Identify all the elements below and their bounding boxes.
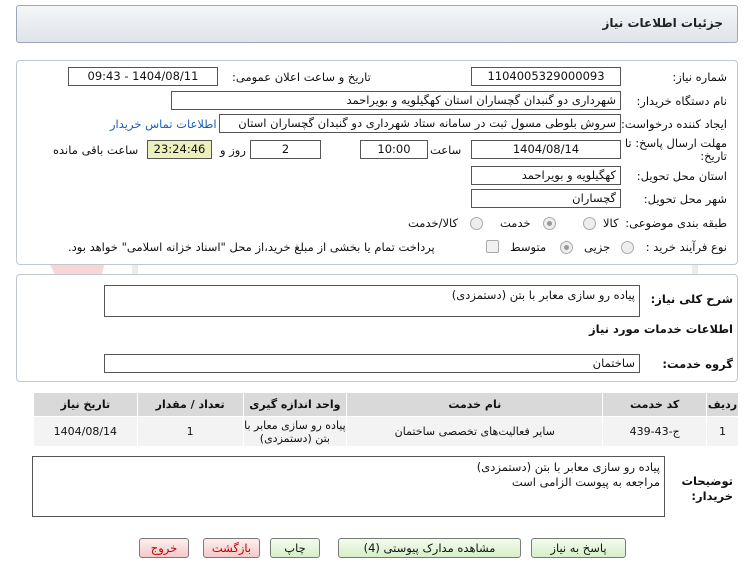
- category-option-goods-service: کالا/خدمت: [408, 216, 459, 230]
- service-group-label: گروه خدمت:: [662, 357, 733, 371]
- deadline-time-field: 10:00: [360, 140, 428, 159]
- reply-button[interactable]: پاسخ به نیاز: [531, 538, 626, 558]
- cell-quantity: 1: [136, 416, 244, 447]
- city-label: شهر محل تحویل:: [643, 192, 727, 206]
- remaining-days-field: 2: [250, 140, 321, 159]
- deadline-time-label: ساعت: [430, 143, 462, 157]
- services-heading: اطلاعات خدمات مورد نیاز: [589, 322, 733, 336]
- city-field: گچساران: [471, 189, 621, 208]
- category-option-goods: کالا: [603, 216, 619, 230]
- buyer-org-field: شهرداری دو گنبدان گچساران استان کهگیلویه…: [171, 91, 621, 110]
- page-title: جزئیات اطلاعات نیاز: [602, 16, 723, 30]
- col-quantity: تعداد / مقدار: [136, 392, 244, 417]
- category-radio-goods[interactable]: [583, 217, 596, 230]
- category-label: طبقه بندی موضوعی:: [625, 216, 727, 230]
- treasury-payment-note: پرداخت تمام یا بخشی از مبلغ خرید،از محل …: [68, 240, 435, 254]
- treasury-payment-checkbox[interactable]: [486, 240, 499, 253]
- service-group-field: ساختمان: [104, 354, 640, 373]
- deadline-date-field: 1404/08/14: [471, 140, 621, 159]
- buyer-notes-label: توضیحات خریدار:: [681, 474, 734, 503]
- buyer-notes-field: پیاده رو سازی معابر با بتن (دستمزدی) مرا…: [32, 456, 665, 517]
- purchase-radio-minor[interactable]: [621, 241, 634, 254]
- view-attachments-button[interactable]: مشاهده مدارک پیوستی (4): [338, 538, 521, 558]
- requester-field: سروش بلوطی مسول ثبت در سامانه ستاد شهردا…: [219, 114, 621, 133]
- need-number-field: 1104005329000093: [471, 67, 621, 86]
- announce-datetime-field: 1404/08/11 - 09:43: [68, 67, 218, 86]
- remaining-time-field: 23:24:46: [147, 140, 212, 159]
- category-radio-service[interactable]: [543, 217, 556, 230]
- buyer-notes-line-1: پیاده رو سازی معابر با بتن (دستمزدی): [476, 460, 660, 474]
- services-table: ردیف کد خدمت نام خدمت واحد اندازه گیری ت…: [33, 392, 739, 447]
- cell-need-date: 1404/08/14: [33, 416, 138, 447]
- cell-row: 1: [706, 416, 739, 447]
- overall-desc-field: پیاده رو سازی معابر با بتن (دستمزدی): [104, 285, 640, 317]
- cell-unit: پیاده رو سازی معابر با بتن (دستمزدی): [242, 416, 348, 447]
- col-service-name: نام خدمت: [346, 392, 604, 417]
- purchase-option-medium: متوسط: [510, 240, 547, 254]
- col-unit: واحد اندازه گیری: [242, 392, 348, 417]
- category-option-service: خدمت: [500, 216, 531, 230]
- cell-service-code: ج-43-439: [602, 416, 708, 447]
- exit-button[interactable]: خروج: [139, 538, 189, 558]
- remaining-days-label: روز و: [220, 143, 246, 157]
- purchase-option-minor: جزیی: [584, 240, 611, 254]
- cell-service-name: سایر فعالیت‌های تخصصی ساختمان: [346, 416, 604, 447]
- announce-datetime-label: تاریخ و ساعت اعلان عمومی:: [232, 70, 371, 84]
- province-label: استان محل تحویل:: [636, 169, 727, 183]
- col-need-date: تاریخ نیاز: [33, 392, 138, 417]
- remaining-time-label: ساعت باقی مانده: [53, 143, 139, 157]
- purchase-radio-medium[interactable]: [560, 241, 573, 254]
- services-table-header: ردیف کد خدمت نام خدمت واحد اندازه گیری ت…: [33, 392, 739, 417]
- col-service-code: کد خدمت: [602, 392, 708, 417]
- deadline-label: مهلت ارسال پاسخ: تا تاریخ:: [624, 136, 727, 163]
- buyer-org-label: نام دستگاه خریدار:: [636, 94, 727, 108]
- need-number-label: شماره نیاز:: [672, 70, 727, 84]
- table-row: 1 ج-43-439 سایر فعالیت‌های تخصصی ساختمان…: [33, 416, 739, 447]
- category-radio-goods-service[interactable]: [470, 217, 483, 230]
- buyer-notes-line-2: مراجعه به پیوست الزامی است: [511, 475, 660, 489]
- purchase-type-label: نوع فرآیند خرید :: [645, 240, 727, 254]
- page-title-bar: جزئیات اطلاعات نیاز: [16, 5, 738, 43]
- requester-label: ایجاد کننده درخواست:: [621, 117, 727, 131]
- back-button[interactable]: بازگشت: [203, 538, 260, 558]
- buyer-contact-link[interactable]: اطلاعات تماس خریدار: [110, 115, 217, 133]
- province-field: کهگیلویه و بویراحمد: [471, 166, 621, 185]
- print-button[interactable]: چاپ: [270, 538, 320, 558]
- overall-desc-label: شرح کلی نیاز:: [650, 292, 733, 306]
- col-row: ردیف: [706, 392, 739, 417]
